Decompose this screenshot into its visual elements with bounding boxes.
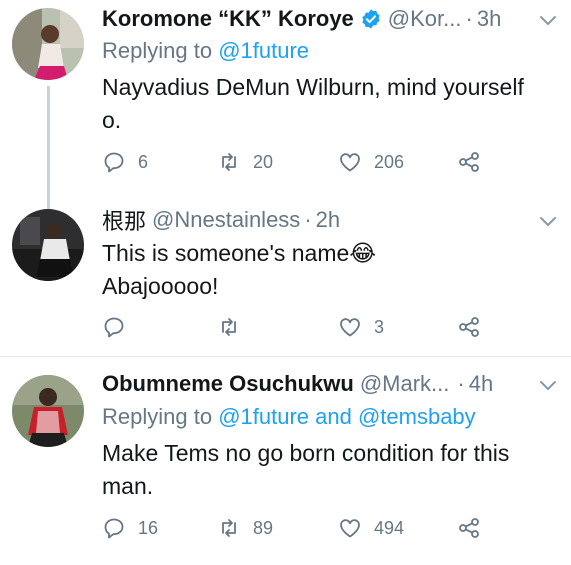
avatar[interactable] xyxy=(12,375,84,447)
separator-dot: · xyxy=(465,6,473,31)
avatar-photo xyxy=(12,8,84,80)
timestamp[interactable]: 3h xyxy=(477,6,501,32)
mention-link[interactable]: @1future and @temsbaby xyxy=(218,404,475,429)
tweet-text: Nayvadius DeMun Wilburn, mind yourself o… xyxy=(102,71,552,137)
avatar-photo xyxy=(12,375,84,447)
display-name[interactable]: Obumneme Osuchukwu xyxy=(102,371,354,397)
timestamp[interactable]: 2h xyxy=(316,207,340,233)
share-icon xyxy=(459,317,479,337)
retweet-button[interactable]: 89 xyxy=(217,515,273,541)
like-button[interactable]: 494 xyxy=(338,515,404,541)
share-icon xyxy=(459,518,479,538)
replying-to: Replying to @1future and @temsbaby xyxy=(102,404,476,430)
chevron-down-icon[interactable] xyxy=(538,375,558,395)
display-name[interactable]: Koromone “KK” Koroye xyxy=(102,6,354,32)
avatar[interactable] xyxy=(12,209,84,281)
reply-icon xyxy=(104,152,124,173)
tweet-text: Make Tems no go born condition for this … xyxy=(102,437,552,503)
handle[interactable]: @Mark... xyxy=(360,371,450,397)
reply-count: 6 xyxy=(138,151,149,172)
reply-button[interactable]: 6 xyxy=(102,149,148,175)
retweet-count: 20 xyxy=(253,151,274,172)
like-count: 494 xyxy=(374,517,405,538)
avatar[interactable] xyxy=(12,8,84,80)
like-count: 3 xyxy=(374,316,385,337)
tweet-text: This is someone's name😂 Abajooooo! xyxy=(102,237,552,303)
reply-icon xyxy=(104,317,124,338)
tweet-actions: 6 20 206 xyxy=(102,149,542,175)
retweet-button[interactable] xyxy=(217,314,253,340)
tweet-actions: 3 xyxy=(102,314,542,340)
share-button[interactable] xyxy=(457,314,481,340)
verified-badge-icon xyxy=(362,9,380,29)
reply-button[interactable] xyxy=(102,314,138,340)
retweet-icon xyxy=(222,519,236,537)
tweet-actions: 16 89 494 xyxy=(102,515,542,541)
handle[interactable]: @Kor... xyxy=(388,6,462,32)
share-icon xyxy=(459,152,479,172)
like-icon xyxy=(340,519,360,538)
like-icon xyxy=(340,318,360,337)
tweet-text-line-2: Abajooooo! xyxy=(102,273,219,299)
like-count: 206 xyxy=(374,151,405,172)
tweet-text-line-1: Make Tems no go born condition for this xyxy=(102,440,510,466)
like-icon xyxy=(340,153,360,172)
retweet-button[interactable]: 20 xyxy=(217,149,273,175)
tweet-3[interactable]: Obumneme Osuchukwu @Mark... · 4h Replyin… xyxy=(0,357,571,565)
replying-to: Replying to @1future xyxy=(102,38,309,64)
separator-dot: · xyxy=(457,371,465,396)
retweet-icon xyxy=(222,318,236,336)
separator-dot: · xyxy=(304,207,312,232)
like-button[interactable]: 206 xyxy=(338,149,404,175)
thread-line xyxy=(47,86,50,196)
share-button[interactable] xyxy=(457,149,481,175)
replying-to-label: Replying to xyxy=(102,38,213,63)
tweet-text-line-1: Nayvadius DeMun Wilburn, mind yourself xyxy=(102,74,524,100)
timestamp[interactable]: 4h xyxy=(469,371,493,397)
retweet-count: 89 xyxy=(253,517,274,538)
tweet-1[interactable]: Koromone “KK” Koroye @Kor... · 3h Replyi… xyxy=(0,0,571,196)
tweet-text-line-1: This is someone's name😂 xyxy=(102,240,377,266)
reply-count: 16 xyxy=(138,517,159,538)
retweet-icon xyxy=(222,153,236,171)
reply-button[interactable]: 16 xyxy=(102,515,158,541)
thread-line xyxy=(47,195,50,209)
chevron-down-icon[interactable] xyxy=(538,211,558,231)
chevron-down-icon[interactable] xyxy=(538,10,558,30)
tweet-2[interactable]: 根那 @Nnestainless · 2h This is someone's … xyxy=(0,195,571,355)
like-button[interactable]: 3 xyxy=(338,314,384,340)
avatar-photo xyxy=(12,209,84,281)
reply-icon xyxy=(104,518,124,539)
tweet-text-line-2: man. xyxy=(102,473,154,499)
handle[interactable]: @Nnestainless xyxy=(152,207,300,233)
tweet-text-line-2: o. xyxy=(102,107,122,133)
replying-to-label: Replying to xyxy=(102,404,213,429)
display-name[interactable]: 根那 xyxy=(102,204,146,236)
share-button[interactable] xyxy=(457,515,481,541)
mention-link[interactable]: @1future xyxy=(218,38,309,63)
